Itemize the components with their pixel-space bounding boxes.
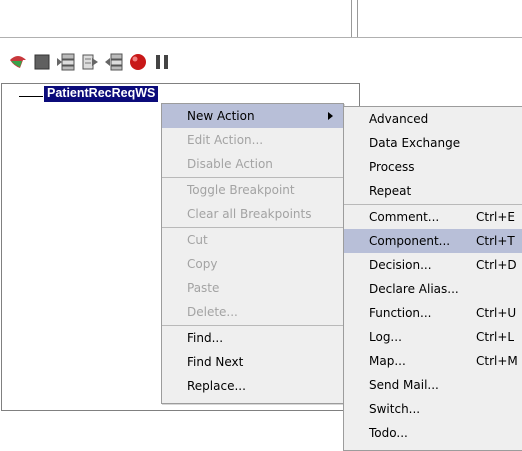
submenu-item-function[interactable]: Function... Ctrl+U bbox=[344, 301, 522, 325]
shortcut-label: Ctrl+E bbox=[476, 210, 515, 224]
submenu-item-todo[interactable]: Todo... bbox=[344, 421, 522, 445]
new-action-submenu: Advanced Data Exchange Process Repeat Co… bbox=[343, 106, 522, 451]
shortcut-label: Ctrl+M bbox=[476, 354, 518, 368]
shortcut-label: Ctrl+L bbox=[476, 330, 515, 344]
pause-icon[interactable] bbox=[152, 52, 172, 72]
top-left-pane bbox=[0, 0, 352, 37]
shortcut-label: Ctrl+T bbox=[476, 234, 515, 248]
menu-item-label: New Action bbox=[187, 109, 255, 123]
submenu-item-process[interactable]: Process bbox=[344, 155, 522, 179]
submenu-item-declare-alias[interactable]: Declare Alias... bbox=[344, 277, 522, 301]
record-icon[interactable] bbox=[128, 52, 148, 72]
menu-item-label: Declare Alias... bbox=[369, 282, 459, 296]
menu-item-find-next[interactable]: Find Next bbox=[162, 350, 343, 374]
step-into-icon[interactable] bbox=[56, 52, 76, 72]
menu-item-cut[interactable]: Cut bbox=[162, 228, 343, 252]
menu-item-label: Repeat bbox=[369, 184, 412, 198]
tree-root-node[interactable]: PatientRecReqWS bbox=[44, 86, 159, 102]
top-right-pane bbox=[357, 0, 522, 37]
step-out-icon[interactable] bbox=[104, 52, 124, 72]
menu-item-label: Map... bbox=[369, 354, 406, 368]
menu-item-paste[interactable]: Paste bbox=[162, 276, 343, 300]
submenu-item-send-mail[interactable]: Send Mail... bbox=[344, 373, 522, 397]
menu-item-label: Log... bbox=[369, 330, 402, 344]
submenu-item-switch[interactable]: Switch... bbox=[344, 397, 522, 421]
menu-item-edit-action[interactable]: Edit Action... bbox=[162, 128, 343, 152]
submenu-arrow-icon bbox=[328, 112, 333, 120]
menu-item-delete[interactable]: Delete... bbox=[162, 300, 343, 324]
menu-item-replace[interactable]: Replace... bbox=[162, 374, 343, 398]
shortcut-label: Ctrl+D bbox=[476, 258, 517, 272]
submenu-item-comment[interactable]: Comment... Ctrl+E bbox=[344, 205, 522, 229]
step-over-icon[interactable] bbox=[80, 52, 100, 72]
menu-item-find[interactable]: Find... bbox=[162, 326, 343, 350]
shortcut-label: Ctrl+U bbox=[476, 306, 517, 320]
submenu-item-decision[interactable]: Decision... Ctrl+D bbox=[344, 253, 522, 277]
submenu-item-map[interactable]: Map... Ctrl+M bbox=[344, 349, 522, 373]
submenu-item-repeat[interactable]: Repeat bbox=[344, 179, 522, 203]
menu-item-label: Function... bbox=[369, 306, 432, 320]
menu-item-disable-action[interactable]: Disable Action bbox=[162, 152, 343, 176]
menu-item-label: Advanced bbox=[369, 112, 429, 126]
menu-item-copy[interactable]: Copy bbox=[162, 252, 343, 276]
pane-divider bbox=[0, 37, 522, 38]
menu-item-label: Component... bbox=[369, 234, 451, 248]
submenu-item-log[interactable]: Log... Ctrl+L bbox=[344, 325, 522, 349]
menu-item-label: Send Mail... bbox=[369, 378, 439, 392]
bent-arrow-icon[interactable] bbox=[8, 52, 28, 72]
menu-item-label: Process bbox=[369, 160, 415, 174]
menu-item-toggle-breakpoint[interactable]: Toggle Breakpoint bbox=[162, 178, 343, 202]
context-menu: New Action Edit Action... Disable Action… bbox=[161, 103, 344, 404]
menu-item-label: Switch... bbox=[369, 402, 421, 416]
submenu-item-advanced[interactable]: Advanced bbox=[344, 107, 522, 131]
menu-item-label: Comment... bbox=[369, 210, 440, 224]
stop-icon[interactable] bbox=[32, 52, 52, 72]
menu-item-label: Data Exchange bbox=[369, 136, 461, 150]
tree-connector bbox=[19, 96, 43, 97]
menu-item-label: Todo... bbox=[369, 426, 408, 440]
menu-item-label: Decision... bbox=[369, 258, 432, 272]
submenu-item-component[interactable]: Component... Ctrl+T bbox=[344, 229, 522, 253]
toolbar bbox=[0, 52, 522, 78]
menu-item-clear-breakpoints[interactable]: Clear all Breakpoints bbox=[162, 202, 343, 226]
menu-item-new-action[interactable]: New Action bbox=[162, 104, 343, 128]
submenu-item-data-exchange[interactable]: Data Exchange bbox=[344, 131, 522, 155]
